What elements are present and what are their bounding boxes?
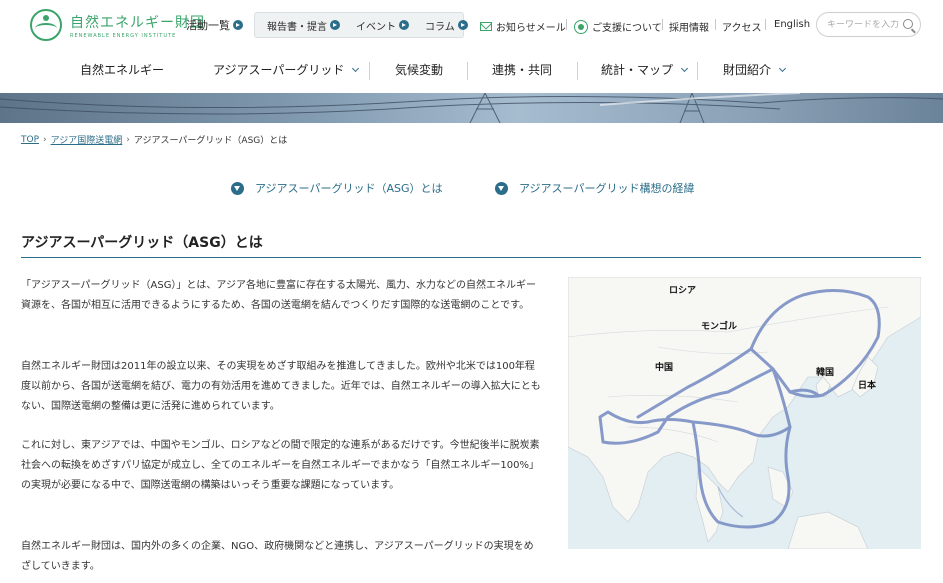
map-label-russia: ロシア (669, 286, 697, 296)
paragraph: これに対し、東アジアでは、中国やモンゴル、ロシアなどの間で限定的な連系があるだけ… (21, 440, 540, 491)
support-link[interactable]: ご支援について (574, 19, 662, 34)
search-box (816, 12, 921, 37)
divider (566, 19, 567, 30)
arrow-right-icon (399, 20, 409, 30)
support-icon (574, 19, 588, 34)
breadcrumb-top-link[interactable]: TOP (21, 135, 39, 145)
nav-statistics-maps[interactable]: 統計・マップ (601, 61, 689, 78)
main-nav: 自然エネルギー アジアスーパーグリッド 気候変動 連携・共同 統計・マップ 財団… (0, 52, 943, 90)
divider (715, 19, 716, 30)
nav-collaboration[interactable]: 連携・共同 (492, 61, 552, 78)
power-lines-image (0, 93, 943, 123)
section-divider (21, 257, 921, 258)
divider (577, 62, 578, 80)
paragraph: 自然エネルギー財団は、国内外の多くの企業、NGO、政府機関などと連携し、アジアス… (21, 541, 534, 572)
search-input[interactable] (827, 19, 901, 30)
map-label-korea: 韓国 (816, 368, 835, 378)
arrow-right-icon (233, 20, 243, 30)
nav-asia-super-grid[interactable]: アジアスーパーグリッド (213, 61, 360, 78)
search-icon[interactable] (903, 19, 913, 29)
map-label-mongolia: モンゴル (701, 322, 738, 332)
access-link[interactable]: アクセス (722, 19, 762, 34)
divider (697, 62, 698, 80)
chevron-right-icon: › (43, 134, 47, 145)
map-label-japan: 日本 (858, 381, 877, 391)
activities-link[interactable]: 活動一覧 (186, 17, 243, 33)
breadcrumb: TOP › アジア国際送電網 › アジアスーパーグリッド（ASG）とは (21, 133, 288, 147)
breadcrumb-current: アジアスーパーグリッド（ASG）とは (133, 136, 288, 146)
arrow-down-icon (495, 181, 508, 195)
breadcrumb-parent-link[interactable]: アジア国際送電網 (51, 133, 123, 146)
events-link[interactable]: イベント (356, 18, 409, 33)
chevron-right-icon: › (126, 134, 130, 145)
map-label-china: 中国 (655, 363, 674, 373)
arrow-down-icon (231, 181, 244, 195)
site-logo[interactable]: 自然エネルギー財団 RENEWABLE ENERGY INSTITUTE (30, 9, 205, 41)
logo-title: 自然エネルギー財団 (70, 14, 205, 31)
newsletter-link[interactable]: お知らせメール (480, 19, 566, 34)
anchor-link-what-is-asg[interactable]: アジアスーパーグリッド（ASG）とは (231, 180, 442, 196)
logo-subtitle: RENEWABLE ENERGY INSTITUTE (70, 32, 177, 39)
hero-banner-image (0, 93, 943, 123)
publications-nav: 報告書・提言 イベント コラム (254, 12, 468, 38)
asia-super-grid-map: ロシア モンゴル 中国 韓国 日本 (568, 277, 921, 549)
mail-icon (480, 22, 492, 31)
paragraph: 自然エネルギー財団は2011年の設立以来、その実現をめざす取組みを推進してきまし… (21, 361, 541, 412)
reports-link[interactable]: 報告書・提言 (267, 18, 340, 33)
anchor-link-history[interactable]: アジアスーパーグリッド構想の経緯 (495, 180, 694, 196)
nav-renewable-energy[interactable]: 自然エネルギー (80, 61, 164, 78)
careers-link[interactable]: 採用情報 (669, 19, 709, 34)
columns-link[interactable]: コラム (425, 18, 468, 33)
paragraph: 「アジアスーパーグリッド（ASG）」とは、アジア各地に豊富に存在する太陽光、風力… (21, 280, 537, 311)
nav-climate-change[interactable]: 気候変動 (395, 61, 443, 78)
section-title: アジアスーパーグリッド（ASG）とは (21, 235, 263, 251)
chevron-down-icon (352, 64, 360, 72)
arrow-right-icon (330, 20, 340, 30)
map-graphic (568, 277, 921, 549)
divider (765, 19, 766, 30)
arrow-right-icon (457, 20, 468, 30)
logo-mark-icon (30, 9, 62, 41)
divider (369, 62, 370, 80)
chevron-down-icon (778, 64, 787, 72)
nav-about[interactable]: 財団紹介 (723, 61, 787, 78)
chevron-down-icon (680, 64, 689, 72)
site-header: 自然エネルギー財団 RENEWABLE ENERGY INSTITUTE 活動一… (0, 0, 943, 50)
english-link[interactable]: English (774, 19, 810, 30)
divider (467, 62, 468, 80)
divider (662, 19, 663, 30)
